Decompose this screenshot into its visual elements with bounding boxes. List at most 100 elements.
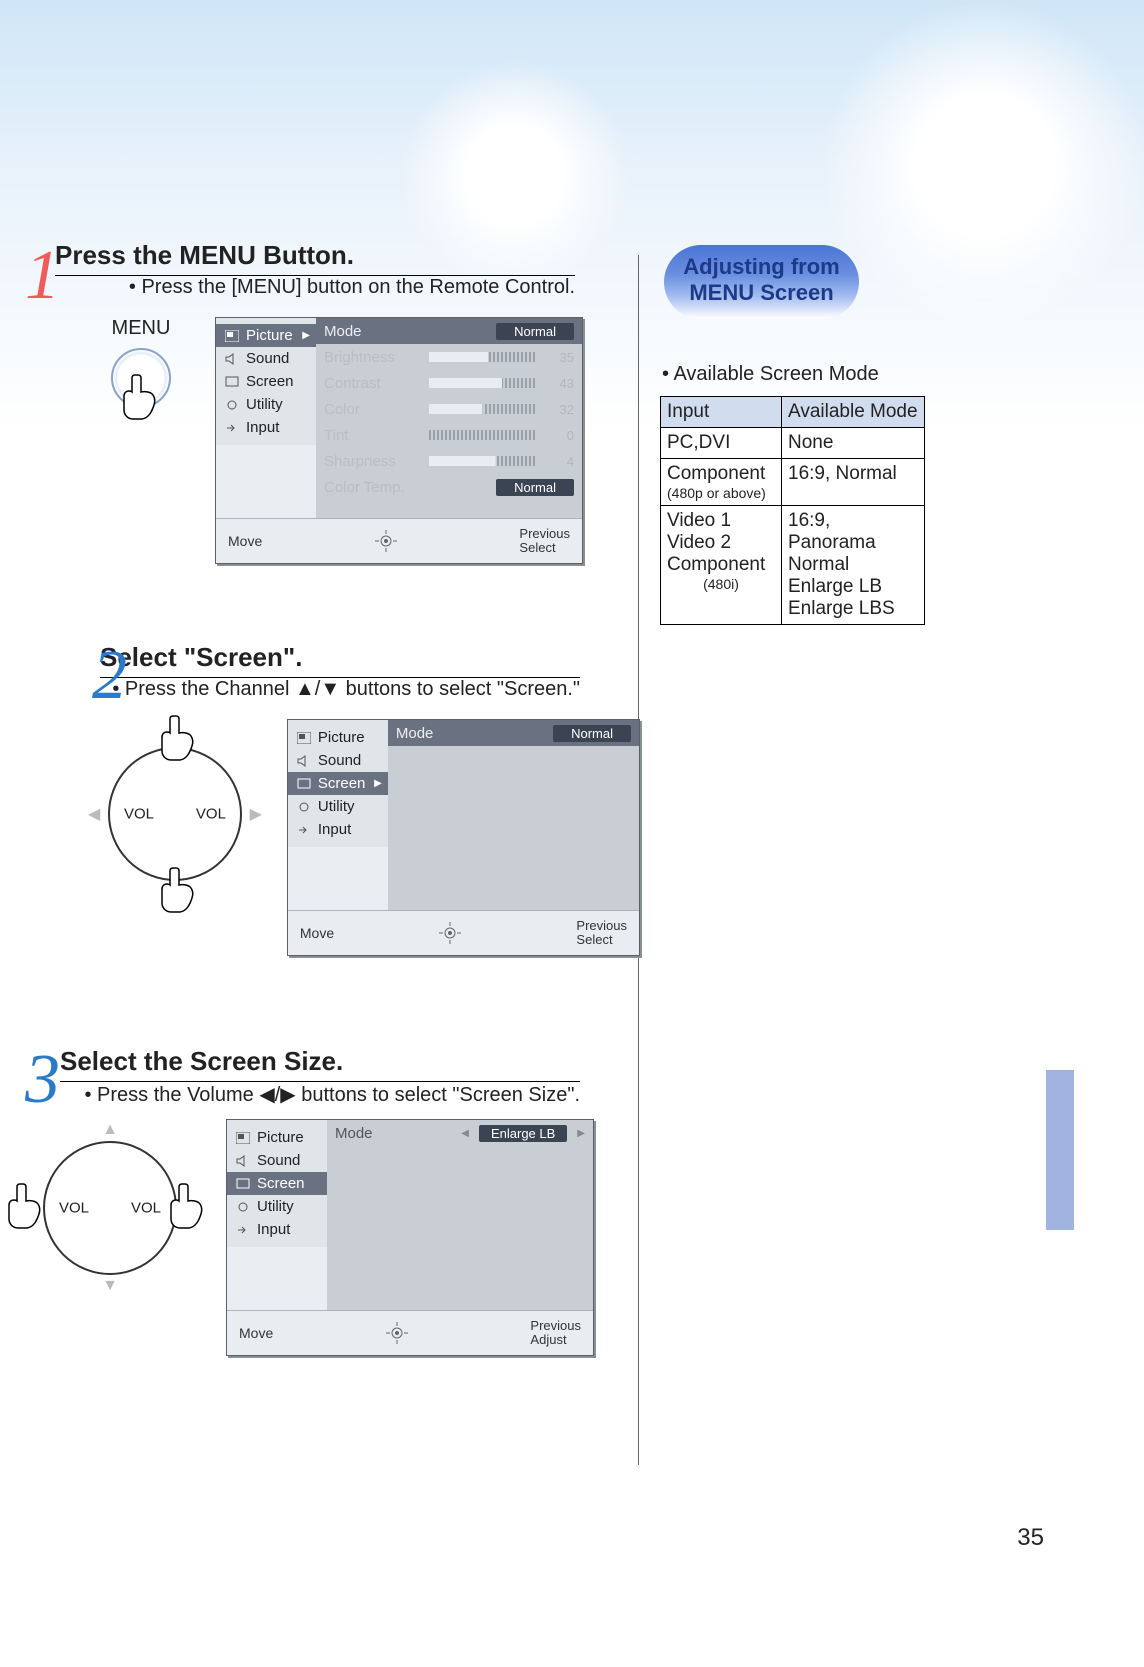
osd2-menu-utility[interactable]: Utility <box>288 795 388 818</box>
osd-panel-3: Picture Sound Screen Utility Input Mode … <box>226 1119 594 1356</box>
step-2-instruction: • Press the Channel ▲/▼ buttons to selec… <box>100 678 580 701</box>
table-row: PC,DVI None <box>661 428 925 459</box>
osd3-menu-picture[interactable]: Picture <box>227 1126 327 1149</box>
osd-row-value: 32 <box>546 402 574 417</box>
osd-label: Screen <box>318 775 366 792</box>
step-1-title: Press the MENU Button. <box>55 240 640 271</box>
table-header-input: Input <box>661 397 782 428</box>
osd-row-label: Mode <box>324 323 419 340</box>
osd-label: Utility <box>318 798 355 815</box>
chevron-right-icon: ▶ <box>302 330 310 341</box>
utility-icon <box>224 399 240 411</box>
input-icon <box>296 824 312 836</box>
osd-row-label: Contrast <box>324 375 419 392</box>
osd-row-label: Mode <box>396 725 491 742</box>
osd-label: Picture <box>318 729 365 746</box>
osd-panel-2: Picture Sound Screen▶ Utility Input Mode… <box>287 719 640 956</box>
step-3-instruction: • Press the Volume ◀/▶ buttons to select… <box>60 1082 580 1107</box>
osd-footer: Move PreviousSelect <box>288 910 639 955</box>
osd1-row-color[interactable]: Color32 <box>316 396 582 422</box>
pill-line-2: MENU Screen <box>664 280 859 306</box>
osd1-menu-input[interactable]: Input <box>216 416 316 439</box>
osd-label: Utility <box>246 396 283 413</box>
osd3-menu-utility[interactable]: Utility <box>227 1195 327 1218</box>
picture-icon <box>224 330 240 342</box>
table-cell: 16:9, Panorama Normal Enlarge LB Enlarge… <box>782 506 925 625</box>
osd1-menu-screen[interactable]: Screen <box>216 370 316 393</box>
osd1-row-sharpness[interactable]: Sharpness 4 <box>316 448 582 474</box>
footer-select-label: Select <box>519 541 570 555</box>
osd-row-label: Sharpness <box>324 453 419 470</box>
dpad-vol-left: VOL <box>59 1200 89 1217</box>
hand-icon <box>159 865 197 915</box>
osd2-menu-input[interactable]: Input <box>288 818 388 841</box>
remote-menu-graphic: MENU <box>95 317 187 564</box>
osd-row-label: Color Temp. <box>324 479 419 496</box>
up-arrow-icon: ▲ <box>102 1121 118 1139</box>
step-2-title: Select "Screen". <box>100 642 640 673</box>
step-number-1: 1 <box>25 248 60 304</box>
input-icon <box>235 1224 251 1236</box>
osd1-row-tint[interactable]: Tint0 <box>316 422 582 448</box>
sound-icon <box>296 755 312 767</box>
osd1-menu-utility[interactable]: Utility <box>216 393 316 416</box>
step-number-2: 2 <box>92 648 127 704</box>
table-cell: PC,DVI <box>661 428 782 459</box>
osd-row-label: Brightness <box>324 349 419 366</box>
picture-icon <box>296 732 312 744</box>
left-arrow-icon: ◀ <box>88 804 100 824</box>
section-heading-pill: Adjusting from MENU Screen <box>664 245 859 319</box>
osd1-row-contrast[interactable]: Contrast43 <box>316 370 582 396</box>
dpad-vol-right: VOL <box>131 1200 161 1217</box>
available-mode-table: Input Available Mode PC,DVI None Compone… <box>660 396 925 625</box>
osd-footer: Move PreviousAdjust <box>227 1310 593 1355</box>
osd3-menu-sound[interactable]: Sound <box>227 1149 327 1172</box>
table-row: Component (480p or above) 16:9, Normal <box>661 459 925 506</box>
screen-icon <box>235 1178 251 1190</box>
osd-label: Utility <box>257 1198 294 1215</box>
osd2-menu-screen[interactable]: Screen▶ <box>288 772 388 795</box>
footer-move-label: Move <box>300 925 334 941</box>
remote-dpad-graphic: ▲ ▼ ◀ ▶ VOL VOL <box>10 1119 210 1356</box>
osd-label: Sound <box>257 1152 300 1169</box>
joystick-icon <box>374 529 398 553</box>
pill-line-1: Adjusting from <box>664 254 859 280</box>
utility-icon <box>296 801 312 813</box>
step-3-title: Select the Screen Size. <box>60 1046 640 1077</box>
osd-row-label: Tint <box>324 427 419 444</box>
picture-icon <box>235 1132 251 1144</box>
footer-move-label: Move <box>228 533 262 549</box>
osd1-row-mode[interactable]: Mode Normal <box>316 318 582 344</box>
osd3-menu-screen[interactable]: Screen <box>227 1172 327 1195</box>
osd-row-value: Normal <box>496 479 574 496</box>
remote-menu-label: MENU <box>95 317 187 340</box>
table-cell: Component (480p or above) <box>661 459 782 506</box>
osd3-menu-input[interactable]: Input <box>227 1218 327 1241</box>
osd-row-value: Enlarge LB <box>479 1125 567 1142</box>
osd1-row-brightness[interactable]: Brightness35 <box>316 344 582 370</box>
osd-label: Input <box>257 1221 290 1238</box>
hand-icon <box>168 1181 206 1231</box>
sound-icon <box>235 1155 251 1167</box>
osd1-menu-sound[interactable]: Sound <box>216 347 316 370</box>
footer-previous-label: Previous <box>519 527 570 541</box>
osd-row-value: Normal <box>496 323 574 340</box>
table-cell: Video 1 Video 2 Component (480i) <box>661 506 782 625</box>
osd2-menu-picture[interactable]: Picture <box>288 726 388 749</box>
step-1-instruction: • Press the [MENU] button on the Remote … <box>55 276 575 299</box>
osd-label: Picture <box>257 1129 304 1146</box>
osd-label: Input <box>318 821 351 838</box>
footer-previous-label: Previous <box>530 1319 581 1333</box>
osd1-row-colortemp[interactable]: Color Temp. Normal <box>316 474 582 500</box>
osd1-menu-picture[interactable]: Picture▶ <box>216 324 316 347</box>
osd-panel-1: Picture▶ Sound Screen Utility Input Mode… <box>215 317 583 564</box>
osd-footer: Move PreviousSelect <box>216 518 582 563</box>
osd2-row-mode[interactable]: Mode Normal <box>388 720 639 746</box>
osd-row-value: 4 <box>546 454 574 469</box>
table-row: Video 1 Video 2 Component (480i) 16:9, P… <box>661 506 925 625</box>
osd3-row-mode[interactable]: Mode ◀ Enlarge LB ▶ <box>327 1120 593 1146</box>
osd2-menu-sound[interactable]: Sound <box>288 749 388 772</box>
remote-dpad-graphic: ▲ ▼ ◀ ▶ VOL VOL <box>79 719 271 956</box>
osd-label: Sound <box>246 350 289 367</box>
osd-row-value: Normal <box>553 725 631 742</box>
